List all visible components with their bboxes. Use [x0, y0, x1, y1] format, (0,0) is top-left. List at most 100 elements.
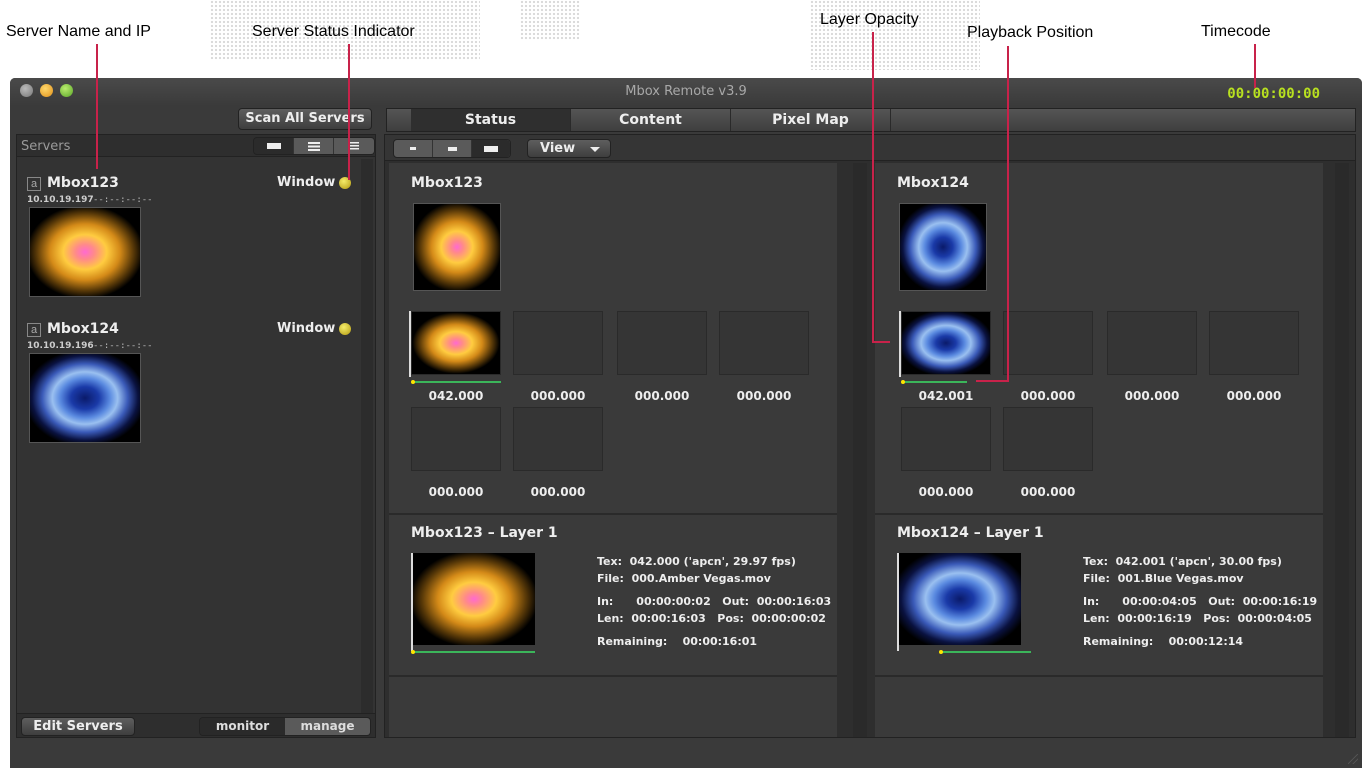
size-small-icon [410, 147, 416, 150]
pane-divider [389, 513, 837, 515]
playback-position-marker [901, 380, 905, 384]
layer-value: 042.001 [918, 389, 974, 403]
layer-len-pos-info: Len: 00:00:16:03 Pos: 00:00:00:02 [597, 612, 826, 625]
title-bar[interactable]: Mbox Remote v3.9 00:00:00:00 [10, 78, 1362, 106]
server-mode: Window [277, 175, 336, 190]
server-status-pane: Mbox123 042.000 000.000 000.000 000.000 … [389, 163, 837, 737]
annotation-leader-line [976, 380, 1009, 382]
layer-slot[interactable] [719, 311, 809, 375]
layer-slot[interactable] [1107, 311, 1197, 375]
view-single-button[interactable] [254, 138, 294, 154]
server-output-thumbnail [413, 203, 501, 291]
server-ip: 10.10.19.197 [27, 195, 94, 205]
tab-pixel-map[interactable]: Pixel Map [731, 109, 891, 131]
server-tag: a [27, 177, 41, 191]
pane-server-name: Mbox123 [411, 175, 483, 191]
layer-value: 000.000 [1020, 389, 1076, 403]
thumbnail-size-toggle [393, 139, 511, 158]
layer-slot[interactable] [617, 311, 707, 375]
size-large-button[interactable] [472, 140, 510, 157]
layer-preview-image [899, 553, 1021, 645]
pane-server-name: Mbox124 [897, 175, 969, 191]
pane-scrollbar[interactable] [853, 163, 867, 737]
server-ip: 10.10.19.196 [27, 341, 94, 351]
server-output-thumbnail [899, 203, 987, 291]
pane-divider [389, 675, 837, 677]
server-preview-thumbnail [29, 353, 141, 443]
pane-scrollbar[interactable] [1335, 163, 1349, 737]
manage-mode-button[interactable]: manage [285, 718, 370, 735]
annotation-leader-line [348, 44, 350, 180]
layer-opacity-bar [411, 553, 413, 651]
layer-value: 000.000 [918, 485, 974, 499]
layer-value: 000.000 [530, 389, 586, 403]
layer-slot[interactable] [411, 311, 501, 375]
monitor-mode-button[interactable]: monitor [200, 718, 285, 735]
layer-slot[interactable] [1209, 311, 1299, 375]
size-medium-icon [447, 146, 457, 151]
view-list-button[interactable] [334, 138, 374, 154]
annotation-leader-line [872, 341, 890, 343]
layer-slot[interactable] [513, 311, 603, 375]
size-medium-button[interactable] [433, 140, 472, 157]
server-status-pane: Mbox124 042.001 000.000 000.000 000.000 … [875, 163, 1323, 737]
layer-value: 000.000 [634, 389, 690, 403]
servers-sidebar: Servers a Mbox123 10.10.19.197 --:--:--:… [16, 134, 376, 738]
tab-content[interactable]: Content [571, 109, 731, 131]
layer-tex-info: Tex: 042.000 ('apcn', 29.97 fps) [597, 555, 796, 568]
server-status-indicator [339, 323, 351, 335]
layer-file-info: File: 001.Blue Vegas.mov [1083, 572, 1244, 585]
server-tag: a [27, 323, 41, 337]
size-small-button[interactable] [394, 140, 433, 157]
main-tab-bar: Status Content Pixel Map [386, 108, 1356, 132]
view-menu-button[interactable]: View [527, 139, 611, 158]
annotation-server-status: Server Status Indicator [252, 23, 415, 40]
layer-len-pos-info: Len: 00:00:16:19 Pos: 00:00:04:05 [1083, 612, 1312, 625]
playback-position-bar [413, 651, 535, 653]
view-label: View [540, 141, 576, 156]
layer-preview-image [413, 553, 535, 645]
playback-position-marker [939, 650, 943, 654]
layer-value: 042.000 [428, 389, 484, 403]
edit-servers-button[interactable]: Edit Servers [21, 717, 135, 736]
server-name: Mbox124 [47, 321, 119, 337]
pane-divider [875, 513, 1323, 515]
annotation-layer-opacity: Layer Opacity [820, 11, 919, 28]
annotation-server-name-ip: Server Name and IP [6, 23, 151, 40]
server-time: --:--:--:-- [93, 341, 153, 351]
server-time: --:--:--:-- [93, 195, 153, 205]
chevron-down-icon [590, 147, 600, 152]
sidebar-scrollbar[interactable] [361, 159, 373, 713]
playback-position-bar [941, 651, 1031, 653]
grid-view-icon [307, 141, 320, 151]
layer-detail-title: Mbox123 – Layer 1 [411, 525, 558, 541]
layer-slot[interactable] [1003, 407, 1093, 471]
server-preview-thumbnail [29, 207, 141, 297]
resize-grip-icon[interactable] [1348, 754, 1358, 764]
monitor-manage-toggle: monitor manage [199, 717, 371, 736]
layer-value: 000.000 [1124, 389, 1180, 403]
layer-slot[interactable] [901, 311, 991, 375]
servers-label: Servers [21, 139, 71, 154]
annotation-leader-line [96, 44, 98, 169]
map-dots-decoration [520, 0, 580, 40]
layer-slot[interactable] [411, 407, 501, 471]
layer-opacity-bar [897, 553, 899, 651]
annotation-leader-line [872, 32, 874, 342]
layer-opacity-bar [409, 311, 411, 377]
layer-detail-title: Mbox124 – Layer 1 [897, 525, 1044, 541]
annotation-playback-position: Playback Position [967, 24, 1094, 41]
layer-slot[interactable] [1003, 311, 1093, 375]
layer-tex-info: Tex: 042.001 ('apcn', 30.00 fps) [1083, 555, 1282, 568]
layer-slot[interactable] [901, 407, 991, 471]
scan-all-servers-button[interactable]: Scan All Servers [238, 108, 372, 130]
tab-status[interactable]: Status [411, 109, 571, 131]
view-grid-button[interactable] [294, 138, 334, 154]
layer-slot[interactable] [513, 407, 603, 471]
annotation-leader-line [1007, 46, 1009, 381]
layer-remaining-info: Remaining: 00:00:12:14 [1083, 635, 1244, 648]
server-mode: Window [277, 321, 336, 336]
servers-header: Servers [17, 135, 375, 157]
server-name: Mbox123 [47, 175, 119, 191]
annotation-leader-line [1254, 44, 1256, 88]
